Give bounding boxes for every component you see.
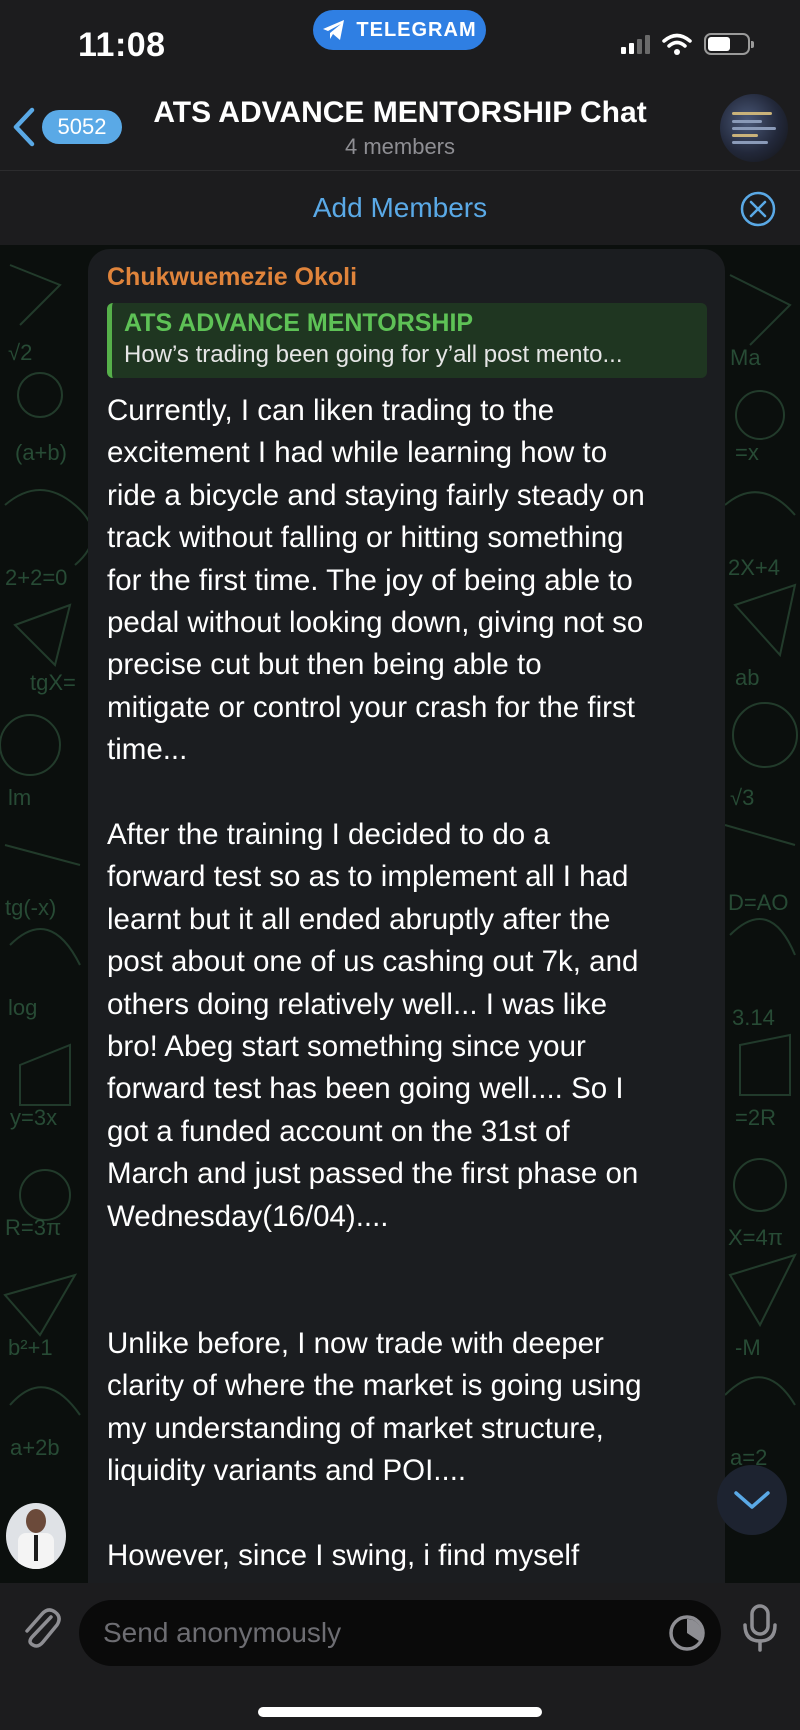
- svg-text:(a+b): (a+b): [15, 440, 67, 465]
- status-bar: 11:08 TELEGRAM: [0, 0, 800, 90]
- svg-text:X=4π: X=4π: [728, 1225, 783, 1250]
- scroll-to-bottom-button[interactable]: [717, 1465, 787, 1535]
- message-input-bar: [0, 1583, 800, 1730]
- close-circle-icon[interactable]: [740, 191, 776, 227]
- svg-text:R=3π: R=3π: [5, 1215, 61, 1240]
- svg-text:Ma: Ma: [730, 345, 761, 370]
- reply-quote[interactable]: ATS ADVANCE MENTORSHIP How’s trading bee…: [107, 303, 707, 378]
- svg-text:D=AO: D=AO: [728, 890, 789, 915]
- chevron-down-icon: [734, 1491, 770, 1509]
- microphone-icon[interactable]: [740, 1603, 780, 1653]
- home-indicator: [258, 1707, 542, 1717]
- chevron-left-icon: [13, 107, 35, 147]
- svg-text:b²+1: b²+1: [8, 1335, 53, 1360]
- timer-icon[interactable]: [667, 1613, 707, 1653]
- status-time: 11:08: [78, 26, 166, 64]
- telegram-pill-label: TELEGRAM: [356, 18, 477, 41]
- svg-text:2+2=0: 2+2=0: [5, 565, 67, 590]
- svg-text:a+2b: a+2b: [10, 1435, 60, 1460]
- reply-quote-title: ATS ADVANCE MENTORSHIP: [124, 309, 474, 337]
- svg-text:√3: √3: [730, 785, 754, 810]
- battery-icon: [704, 33, 754, 55]
- sender-avatar[interactable]: [6, 1503, 66, 1569]
- svg-text:=x: =x: [735, 440, 759, 465]
- status-icons: [621, 33, 754, 55]
- svg-text:=2R: =2R: [735, 1105, 776, 1130]
- cellular-signal-icon: [621, 34, 650, 54]
- back-button[interactable]: 5052: [10, 106, 122, 148]
- unread-count-badge: 5052: [42, 110, 122, 144]
- chat-area[interactable]: √2 (a+b) 2+2=0 tgX= lm tg(-x) log y=3x R…: [0, 245, 800, 1583]
- message-paragraph: Unlike before, I now trade with deeper c…: [107, 1326, 642, 1488]
- add-members-button[interactable]: Add Members: [0, 192, 800, 224]
- reply-quote-text: How’s trading been going for y’all post …: [124, 341, 623, 368]
- message-sender-name[interactable]: Chukwuemezie Okoli: [107, 263, 707, 297]
- message-text: Currently, I can liken trading to the ex…: [107, 390, 707, 1577]
- svg-text:log: log: [8, 995, 37, 1020]
- message-paragraph: However, since I swing, i find myself: [107, 1538, 580, 1572]
- chat-header: ATS ADVANCE MENTORSHIP Chat 4 members 50…: [0, 90, 800, 170]
- add-members-bar: Add Members: [0, 170, 800, 245]
- telegram-pill[interactable]: TELEGRAM: [313, 10, 486, 50]
- svg-text:√2: √2: [8, 340, 32, 365]
- message-paragraph: After the training I decided to do a for…: [107, 818, 639, 1233]
- svg-text:y=3x: y=3x: [10, 1105, 57, 1130]
- svg-text:ab: ab: [735, 665, 759, 690]
- svg-text:tg(-x): tg(-x): [5, 895, 56, 920]
- paperclip-icon[interactable]: [18, 1603, 62, 1649]
- svg-text:lm: lm: [8, 785, 31, 810]
- group-avatar[interactable]: [720, 94, 788, 162]
- message-paragraph: Currently, I can liken trading to the ex…: [107, 394, 645, 767]
- wifi-icon: [662, 33, 692, 55]
- paper-plane-icon: [323, 20, 345, 40]
- svg-text:2X+4: 2X+4: [728, 555, 780, 580]
- svg-text:tgX=: tgX=: [30, 670, 76, 695]
- svg-text:3.14: 3.14: [732, 1005, 775, 1030]
- svg-text:-M: -M: [735, 1335, 761, 1360]
- message-bubble[interactable]: Chukwuemezie Okoli ATS ADVANCE MENTORSHI…: [88, 249, 725, 1583]
- message-input[interactable]: [79, 1600, 721, 1666]
